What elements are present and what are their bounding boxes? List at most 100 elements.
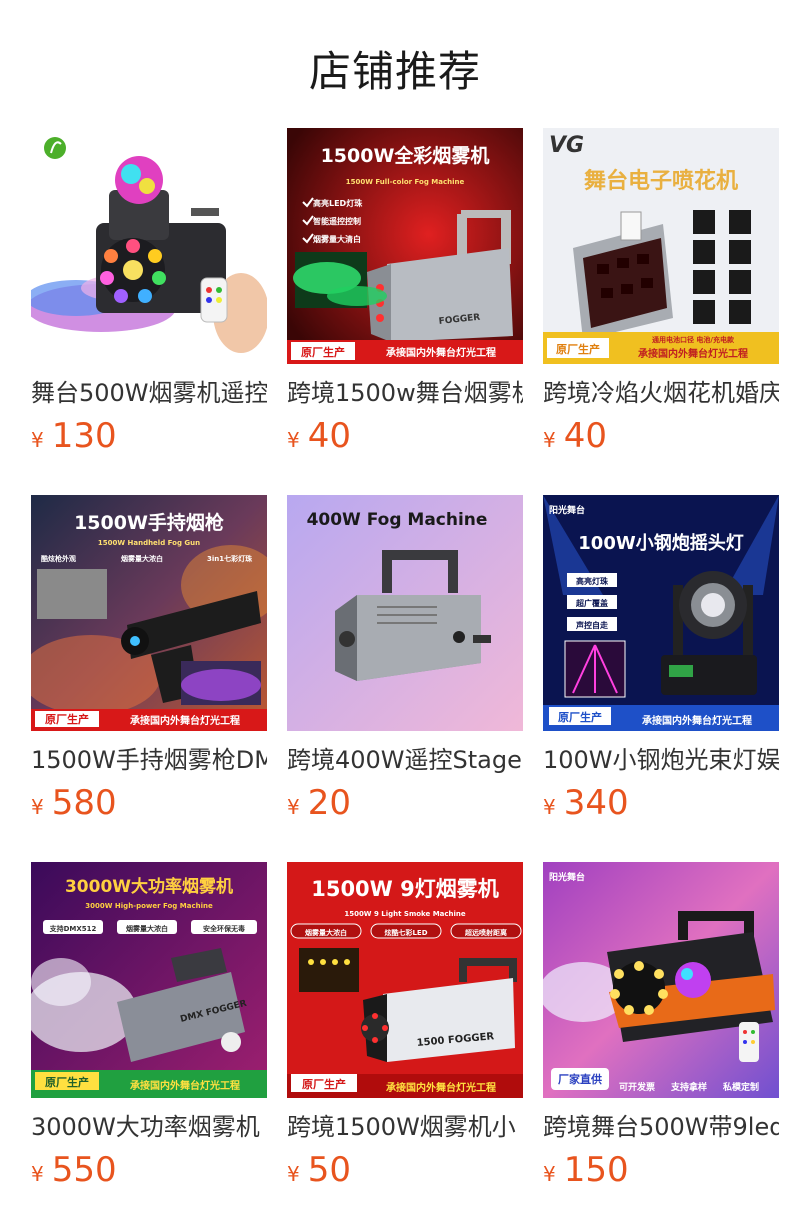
product-card[interactable]: 1500W全彩烟雾机 1500W Full-color Fog Machine …	[287, 128, 523, 495]
product-price: ¥ 150	[543, 1150, 629, 1190]
currency-symbol: ¥	[287, 795, 300, 819]
section-title: 店铺推荐	[308, 47, 481, 96]
product-image: 400W Fog Machine	[287, 495, 523, 731]
feature-text: 超广覆盖	[575, 598, 608, 608]
feature-text: 声控自走	[575, 620, 609, 630]
currency-symbol: ¥	[287, 428, 300, 452]
price-value: 40	[307, 416, 351, 456]
product-image: VG 舞台电子喷花机 原厂生产 通用电池口径 电池/充电款 承接国内外舞台灯光工…	[543, 128, 779, 364]
feature-text: 高亮LED灯珠	[313, 198, 363, 208]
feature-text: 烟雾量大浓白	[305, 928, 347, 937]
brand-logo: VG	[549, 133, 584, 158]
feature-text: 智能遥控控制	[313, 216, 361, 226]
banner-subtitle: 3000W High-power Fog Machine	[85, 902, 213, 910]
product-price: ¥ 130	[31, 416, 117, 456]
product-thumbnail[interactable]: 1500W手持烟枪 1500W Handheld Fog Gun 酷炫枪外观 烟…	[31, 495, 267, 731]
price-value: 40	[563, 416, 607, 456]
banner-footer: 承接国内外舞台灯光工程	[642, 714, 752, 727]
product-name[interactable]: 跨境1500w舞台烟雾机	[287, 378, 523, 408]
banner-footer: 私模定制	[722, 1081, 759, 1093]
product-price: ¥ 40	[287, 416, 351, 456]
product-name[interactable]: 跨境1500W烟雾机小	[287, 1112, 523, 1142]
product-card[interactable]: 1500W 9灯烟雾机 1500W 9 Light Smoke Machine …	[287, 862, 523, 1229]
banner-title: 1500W手持烟枪	[74, 511, 224, 534]
product-card[interactable]: VG 舞台电子喷花机 原厂生产 通用电池口径 电池/充电款 承接国内外舞台灯光工…	[543, 128, 779, 495]
banner-subtitle: 1500W 9 Light Smoke Machine	[344, 910, 466, 918]
banner-subtitle: 1500W Handheld Fog Gun	[98, 539, 200, 547]
banner-subtitle: 1500W Full-color Fog Machine	[346, 178, 465, 186]
price-value: 130	[51, 416, 117, 456]
product-card[interactable]: 阳光舞台 100W小钢炮摇头灯 高亮灯珠 超广覆盖 声控自走 原厂生产 承接国内…	[543, 495, 779, 862]
banner-title: 1500W全彩烟雾机	[321, 144, 490, 167]
product-thumbnail[interactable]	[31, 128, 267, 364]
feature-text: 烟雾量大清白	[313, 234, 361, 244]
product-thumbnail[interactable]: 1500W 9灯烟雾机 1500W 9 Light Smoke Machine …	[287, 862, 523, 1098]
brand-logo: 阳光舞台	[549, 871, 585, 883]
banner-footer: 可开发票	[619, 1081, 655, 1093]
banner-title: 400W Fog Machine	[307, 510, 488, 530]
product-name[interactable]: 跨境舞台500W带9led	[543, 1112, 779, 1142]
badge-text: 原厂生产	[558, 710, 602, 724]
product-name[interactable]: 3000W大功率烟雾机	[31, 1112, 267, 1142]
banner-footer: 承接国内外舞台灯光工程	[130, 714, 240, 727]
product-card[interactable]: 舞台500W烟雾机遥控 ¥ 130	[31, 128, 267, 495]
currency-symbol: ¥	[31, 428, 44, 452]
currency-symbol: ¥	[31, 1162, 44, 1186]
banner-footer: 承接国内外舞台灯光工程	[386, 346, 496, 359]
banner-footer: 承接国内外舞台灯光工程	[130, 1079, 240, 1092]
badge-text: 原厂生产	[556, 342, 600, 356]
product-thumbnail[interactable]: 3000W大功率烟雾机 3000W High-power Fog Machine…	[31, 862, 267, 1098]
badge-text: 原厂生产	[45, 712, 89, 726]
banner-title: 舞台电子喷花机	[584, 168, 738, 194]
product-price: ¥ 550	[31, 1150, 117, 1190]
shop-recommendations-page: 店铺推荐 舞台500W烟雾机遥控 ¥ 130 1500W全彩烟雾机 1500W …	[0, 0, 790, 1230]
product-thumbnail[interactable]: VG 舞台电子喷花机 原厂生产 通用电池口径 电池/充电款 承接国内外舞台灯光工…	[543, 128, 779, 364]
product-thumbnail[interactable]: 1500W全彩烟雾机 1500W Full-color Fog Machine …	[287, 128, 523, 364]
badge-text: 原厂生产	[301, 345, 345, 359]
badge-text: 原厂生产	[45, 1075, 89, 1089]
banner-footer: 承接国内外舞台灯光工程	[638, 347, 748, 360]
product-image: 阳光舞台 100W小钢炮摇头灯 高亮灯珠 超广覆盖 声控自走 原厂生产 承接国内…	[543, 495, 779, 731]
logo-icon	[44, 137, 66, 159]
price-value: 50	[307, 1150, 351, 1190]
banner-title: 1500W 9灯烟雾机	[311, 877, 499, 901]
product-image: 1500W 9灯烟雾机 1500W 9 Light Smoke Machine …	[287, 862, 523, 1098]
banner-footer: 承接国内外舞台灯光工程	[386, 1081, 496, 1094]
product-thumbnail[interactable]: 400W Fog Machine	[287, 495, 523, 731]
product-card[interactable]: 1500W手持烟枪 1500W Handheld Fog Gun 酷炫枪外观 烟…	[31, 495, 267, 862]
feature-text: 烟雾量大浓白	[126, 924, 168, 933]
feature-text: 高亮灯珠	[576, 576, 609, 586]
feature-text: 酷炫枪外观	[41, 554, 76, 563]
badge-text: 厂家直供	[558, 1072, 602, 1086]
product-price: ¥ 50	[287, 1150, 351, 1190]
banner-note: 通用电池口径 电池/充电款	[652, 335, 735, 344]
badge-text: 原厂生产	[302, 1077, 346, 1091]
feature-text: 安全环保无毒	[203, 924, 245, 933]
price-value: 550	[51, 1150, 117, 1190]
product-name[interactable]: 跨境冷焰火烟花机婚庆	[543, 378, 779, 408]
currency-symbol: ¥	[31, 795, 44, 819]
product-price: ¥ 580	[31, 783, 117, 823]
feature-text: 支持DMX512	[49, 924, 97, 933]
product-card[interactable]: 阳光舞台 厂家直供 可开发票 支持拿样 私模定制 跨境舞台500W带9led ¥…	[543, 862, 779, 1229]
product-image: 1500W手持烟枪 1500W Handheld Fog Gun 酷炫枪外观 烟…	[31, 495, 267, 731]
feature-text: 烟雾量大浓白	[121, 554, 163, 563]
product-name[interactable]: 1500W手持烟雾枪DMX	[31, 745, 267, 775]
banner-title: 3000W大功率烟雾机	[65, 876, 233, 897]
currency-symbol: ¥	[287, 1162, 300, 1186]
product-thumbnail[interactable]: 阳光舞台 厂家直供 可开发票 支持拿样 私模定制	[543, 862, 779, 1098]
product-card[interactable]: 400W Fog Machine 跨境400W遥控Stage ¥ 20	[287, 495, 523, 862]
currency-symbol: ¥	[543, 1162, 556, 1186]
currency-symbol: ¥	[543, 795, 556, 819]
feature-text: 超远喷射距离	[465, 928, 507, 937]
product-name[interactable]: 100W小钢炮光束灯娱	[543, 745, 779, 775]
product-price: ¥ 340	[543, 783, 629, 823]
product-card[interactable]: 3000W大功率烟雾机 3000W High-power Fog Machine…	[31, 862, 267, 1229]
product-thumbnail[interactable]: 阳光舞台 100W小钢炮摇头灯 高亮灯珠 超广覆盖 声控自走 原厂生产 承接国内…	[543, 495, 779, 731]
product-image: 阳光舞台 厂家直供 可开发票 支持拿样 私模定制	[543, 862, 779, 1098]
product-name[interactable]: 跨境400W遥控Stage	[287, 745, 523, 775]
price-value: 580	[51, 783, 117, 823]
price-value: 20	[307, 783, 351, 823]
product-name[interactable]: 舞台500W烟雾机遥控	[31, 378, 267, 408]
brand-logo: 阳光舞台	[549, 504, 585, 516]
